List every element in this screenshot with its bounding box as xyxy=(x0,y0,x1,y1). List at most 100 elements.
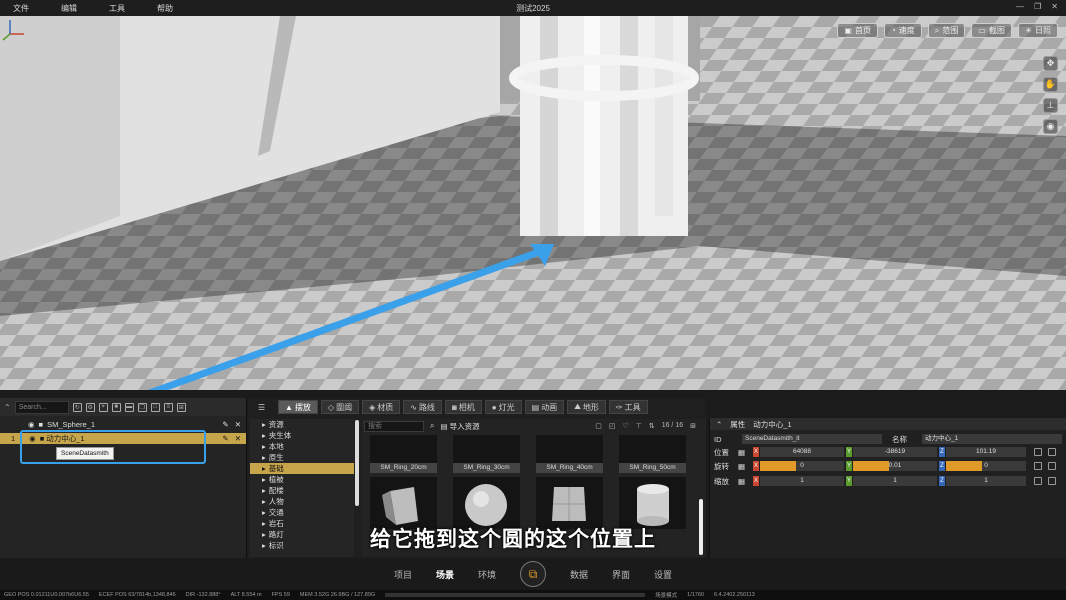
sort-icon[interactable]: ⇅ xyxy=(649,422,655,430)
move-icon[interactable]: ✥ xyxy=(1043,56,1058,71)
category-item[interactable]: ▸ 配楼 xyxy=(250,485,354,496)
position-z-field[interactable]: 101.19 xyxy=(946,447,1026,457)
category-item-active[interactable]: ▸ 基础 xyxy=(250,463,354,474)
frame-icon[interactable]: □ xyxy=(150,402,160,412)
tab-terrain[interactable]: ⛰ 地形 xyxy=(567,400,606,414)
import-button[interactable]: ▤ 导入资源 xyxy=(440,421,479,432)
close-icon[interactable]: ✕ xyxy=(1051,2,1058,11)
menu-help[interactable]: 帮助 xyxy=(157,3,173,14)
position-x-field[interactable]: 64088 xyxy=(760,447,844,457)
speed-button[interactable]: ◔ 速度 xyxy=(883,23,922,38)
folder-icon[interactable]: ▬ xyxy=(124,402,134,412)
nav-project[interactable]: 项目 xyxy=(394,568,412,581)
nav-settings[interactable]: 设置 xyxy=(654,568,672,581)
filter-icon[interactable]: ▢ xyxy=(595,422,602,430)
outliner-row[interactable]: ◉ ■ SM_Sphere_1 ✎ ✕ xyxy=(0,419,246,430)
pin-icon[interactable]: ⊤ xyxy=(636,422,642,430)
edit-icon[interactable]: ✎ xyxy=(222,434,228,443)
tab-place[interactable]: ▲ 摆放 xyxy=(278,400,318,414)
app-logo-icon[interactable]: ⧉ xyxy=(520,561,546,587)
tab-route[interactable]: ∿ 路线 xyxy=(403,400,442,414)
settings-icon[interactable]: ⚙ xyxy=(85,402,95,412)
edit-icon[interactable]: ✎ xyxy=(222,420,228,429)
menu-icon[interactable]: ☰ xyxy=(258,403,265,412)
home-button[interactable]: ▣ 首页 xyxy=(837,23,878,38)
focus-icon[interactable]: ⌖ xyxy=(98,402,108,412)
id-field[interactable]: SceneDatasmith_it xyxy=(742,434,882,444)
menu-file[interactable]: 文件 xyxy=(13,3,29,14)
asset-thumb[interactable]: SM_Ring_50cm xyxy=(619,435,686,473)
asset-thumb-cube[interactable] xyxy=(536,477,603,529)
category-item[interactable]: ▸ 人物 xyxy=(250,496,354,507)
lock-icon[interactable]: ▦ xyxy=(738,476,745,487)
asset-thumb-cylinder[interactable] xyxy=(619,477,686,529)
asset-search-input[interactable]: 搜索 xyxy=(364,420,424,432)
sunlight-button[interactable]: ☀ 日照 xyxy=(1017,23,1058,38)
copy-icon[interactable] xyxy=(1034,448,1042,456)
rotation-x-field[interactable]: 0 xyxy=(760,461,844,471)
category-item[interactable]: ▸ 夹生体 xyxy=(250,430,354,441)
heart-icon[interactable]: ♡ xyxy=(622,422,628,430)
eye-icon[interactable]: ◉ xyxy=(28,420,35,429)
scale-x-field[interactable]: 1 xyxy=(760,476,844,486)
delete-icon[interactable]: ✕ xyxy=(235,420,241,429)
camera-icon[interactable]: ■ xyxy=(111,402,121,412)
asset-scrollbar[interactable] xyxy=(699,499,703,555)
category-item[interactable]: ▸ 本地 xyxy=(250,441,354,452)
lock-icon[interactable]: ▦ xyxy=(738,461,745,472)
category-item[interactable]: ▸ 资源 xyxy=(250,419,354,430)
category-item[interactable]: ▸ 标识 xyxy=(250,540,354,551)
rotation-y-field[interactable]: 0.01 xyxy=(853,461,937,471)
tab-fence[interactable]: ◇ 圍阈 xyxy=(320,400,360,414)
category-item[interactable]: ▸ 植被 xyxy=(250,474,354,485)
menu-edit[interactable]: 编辑 xyxy=(61,3,77,14)
asset-thumb[interactable]: SM_Ring_20cm xyxy=(370,435,437,473)
asset-thumb-box[interactable] xyxy=(370,477,437,529)
category-item[interactable]: ▸ 原生 xyxy=(250,452,354,463)
asset-thumb-sphere[interactable] xyxy=(453,477,520,529)
tab-camera[interactable]: ◙ 相机 xyxy=(444,400,482,414)
list-icon[interactable]: ≡ xyxy=(163,402,173,412)
scene-mode[interactable]: 场景模式 xyxy=(655,591,677,599)
name-field[interactable]: 动力中心_1 xyxy=(922,434,1062,444)
screenshot-button[interactable]: ▭ 截图 xyxy=(971,23,1012,38)
scale-y-field[interactable]: 1 xyxy=(853,476,937,486)
camera-icon[interactable]: ◉ xyxy=(1043,119,1058,134)
lock-icon[interactable]: ▦ xyxy=(738,447,745,458)
position-y-field[interactable]: -38619 xyxy=(853,447,937,457)
reset-icon[interactable] xyxy=(1048,477,1056,485)
tab-material[interactable]: ◈ 材质 xyxy=(362,400,401,414)
category-item[interactable]: ▸ 交通 xyxy=(250,507,354,518)
restore-icon[interactable]: ❐ xyxy=(1034,2,1041,11)
search-icon[interactable]: ⌕ xyxy=(430,421,434,431)
asset-thumb[interactable]: SM_Ring_30cm xyxy=(453,435,520,473)
refresh-icon[interactable]: ↻ xyxy=(72,402,82,412)
menu-tools[interactable]: 工具 xyxy=(109,3,125,14)
lock-scale-icon[interactable] xyxy=(1034,477,1042,485)
grid-icon[interactable]: ⊞ xyxy=(176,402,186,412)
delete-icon[interactable]: ✕ xyxy=(235,434,241,443)
tab-light[interactable]: ● 灯光 xyxy=(484,400,522,414)
collapse-icon[interactable]: ⌃ xyxy=(716,420,722,429)
category-item[interactable]: ▸ 岩石 xyxy=(250,518,354,529)
scale-z-field[interactable]: 1 xyxy=(946,476,1026,486)
tab-tools[interactable]: ✑ 工具 xyxy=(608,400,648,414)
nav-data[interactable]: 数据 xyxy=(570,568,588,581)
asset-thumb[interactable]: SM_Ring_40cm xyxy=(536,435,603,473)
category-scrollbar[interactable] xyxy=(355,420,359,506)
collapse-icon[interactable]: ⌃ xyxy=(4,403,11,412)
copy-icon[interactable] xyxy=(1034,462,1042,470)
nav-interface[interactable]: 界面 xyxy=(612,568,630,581)
minimize-icon[interactable]: — xyxy=(1016,2,1024,11)
tab-animation[interactable]: ▤ 动画 xyxy=(524,400,565,414)
nav-environment[interactable]: 环境 xyxy=(478,568,496,581)
category-item[interactable]: ▸ 路灯 xyxy=(250,529,354,540)
tag-icon[interactable]: ◰ xyxy=(609,422,616,430)
paste-icon[interactable] xyxy=(1048,462,1056,470)
3d-viewport[interactable]: ▣ 首页 ◔ 速度 ⌕ 范围 ▭ 截图 ☀ 日照 ✥ ✋ ⊥ ◉ xyxy=(0,16,1066,390)
range-button[interactable]: ⌕ 范围 xyxy=(927,23,966,38)
copy-icon[interactable]: ❐ xyxy=(137,402,147,412)
paste-icon[interactable] xyxy=(1048,448,1056,456)
outliner-search-input[interactable]: Search... xyxy=(14,400,69,414)
rotation-z-field[interactable]: 0 xyxy=(946,461,1026,471)
